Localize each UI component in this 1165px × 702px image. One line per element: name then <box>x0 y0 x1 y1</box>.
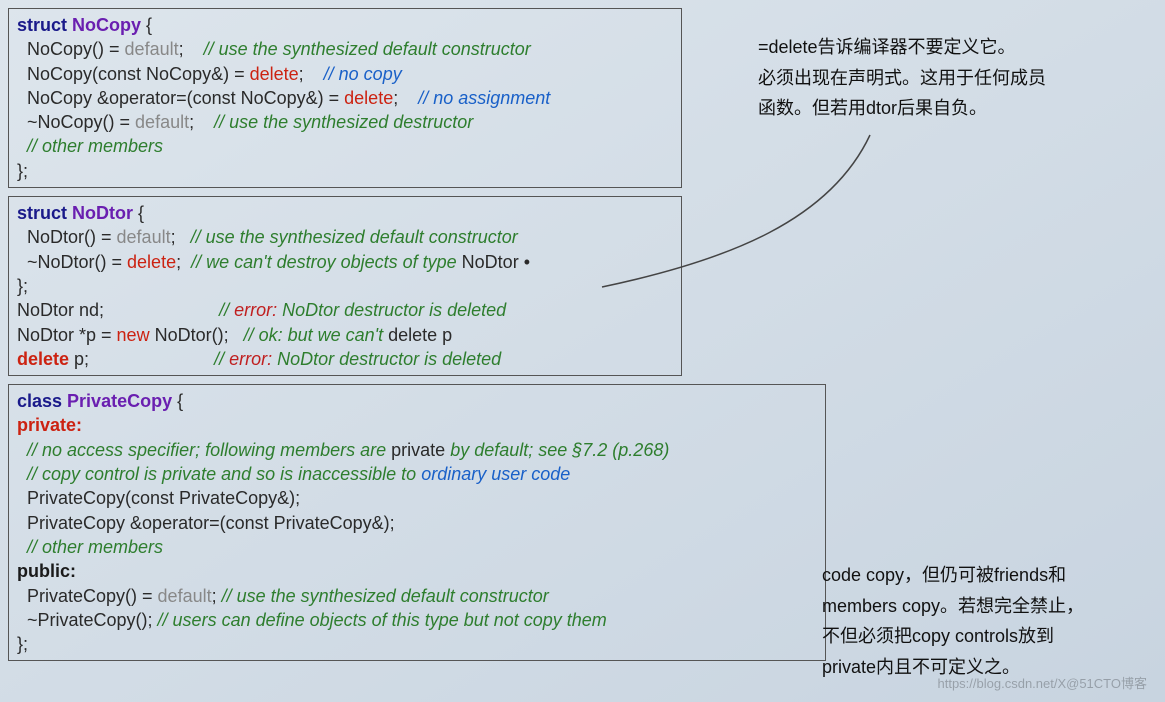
code: ; <box>179 39 204 59</box>
comment: // use the synthesized default construct… <box>191 227 518 247</box>
code-line: // no access specifier; following member… <box>17 438 817 462</box>
code: PrivateCopy(const PrivateCopy&); <box>17 486 817 510</box>
comment: NoDtor destructor is deleted <box>282 300 506 320</box>
comment: // use the synthesized default construct… <box>204 39 531 59</box>
kw-class: class <box>17 391 67 411</box>
code-box-nodtor: struct NoDtor { NoDtor() = default; // u… <box>8 196 682 376</box>
code: NoDtor() = <box>17 227 117 247</box>
code: private <box>386 440 450 460</box>
struct-name: NoDtor <box>72 203 133 223</box>
code: NoCopy() = <box>17 39 125 59</box>
kw-new: new <box>117 325 150 345</box>
struct-name: NoCopy <box>72 15 141 35</box>
code-line: ~NoCopy() = default; // use the synthesi… <box>17 110 673 134</box>
code-line: NoDtor nd; // error: NoDtor destructor i… <box>17 298 673 322</box>
code: NoDtor(); <box>150 325 244 345</box>
comment: NoDtor destructor is deleted <box>277 349 501 369</box>
comment: ordinary user code <box>416 464 570 484</box>
comment: // no copy <box>324 64 402 84</box>
kw-delete: delete <box>250 64 299 84</box>
kw-struct: struct <box>17 15 72 35</box>
kw-struct: struct <box>17 203 72 223</box>
code: ; <box>299 64 324 84</box>
code-line: delete p; // error: NoDtor destructor is… <box>17 347 673 371</box>
code: ; <box>176 252 191 272</box>
comment: // copy control is private and so is ina… <box>17 464 416 484</box>
comment: // <box>104 300 234 320</box>
code-line: struct NoCopy { <box>17 13 673 37</box>
comment: // <box>89 349 229 369</box>
note-line: members copy。若想完全禁止， <box>822 591 1152 622</box>
code-line: struct NoDtor { <box>17 201 673 225</box>
code-box-privatecopy: class PrivateCopy { private: // no acces… <box>8 384 826 661</box>
comment: // no access specifier; following member… <box>17 440 386 460</box>
comment: // we can't destroy objects of type <box>191 252 457 272</box>
class-name: PrivateCopy <box>67 391 172 411</box>
kw-private: private: <box>17 413 817 437</box>
code: p; <box>69 349 89 369</box>
comment: // users can define objects of this type… <box>158 610 607 630</box>
code: PrivateCopy() = <box>17 586 158 606</box>
kw-delete: delete <box>127 252 176 272</box>
kw-delete: delete <box>344 88 393 108</box>
kw-public: public: <box>17 559 817 583</box>
code: delete p <box>383 325 452 345</box>
code: ; <box>393 88 418 108</box>
code: ~NoDtor() = <box>17 252 127 272</box>
brace: }; <box>17 632 817 656</box>
note-line: 函数。但若用dtor后果自负。 <box>758 93 1138 124</box>
code-line: NoCopy(const NoCopy&) = delete; // no co… <box>17 62 673 86</box>
kw-default: default <box>135 112 189 132</box>
brace: }; <box>17 274 673 298</box>
code-line: NoCopy &operator=(const NoCopy&) = delet… <box>17 86 673 110</box>
brace: }; <box>17 159 673 183</box>
error: error: <box>229 349 277 369</box>
brace: { <box>172 391 183 411</box>
watermark: https://blog.csdn.net/X@51CTO博客 <box>938 673 1148 692</box>
kw-default: default <box>125 39 179 59</box>
code: NoCopy(const NoCopy&) = <box>17 64 250 84</box>
brace: { <box>141 15 152 35</box>
kw-delete: delete <box>17 349 69 369</box>
annotation-top: =delete告诉编译器不要定义它。 必须出现在声明式。这用于任何成员 函数。但… <box>758 32 1138 124</box>
code-line: ~PrivateCopy(); // users can define obje… <box>17 608 817 632</box>
code: ; <box>189 112 214 132</box>
note-line: 必须出现在声明式。这用于任何成员 <box>758 63 1138 94</box>
code: ; <box>212 586 222 606</box>
code-line: NoCopy() = default; // use the synthesiz… <box>17 37 673 61</box>
code-line: NoDtor *p = new NoDtor(); // ok: but we … <box>17 323 673 347</box>
code: NoDtor • <box>457 252 530 272</box>
code: ~NoCopy() = <box>17 112 135 132</box>
comment: // use the synthesized default construct… <box>222 586 549 606</box>
code: PrivateCopy &operator=(const PrivateCopy… <box>17 511 817 535</box>
note-line: code copy，但仍可被friends和 <box>822 560 1152 591</box>
kw-default: default <box>117 227 171 247</box>
comment: by default; see §7.2 (p.268) <box>450 440 669 460</box>
kw-default: default <box>158 586 212 606</box>
code-line: NoDtor() = default; // use the synthesiz… <box>17 225 673 249</box>
comment: // other members <box>17 134 673 158</box>
comment: // no assignment <box>418 88 550 108</box>
code-line: class PrivateCopy { <box>17 389 817 413</box>
comment: // other members <box>17 535 817 559</box>
code: ~PrivateCopy(); <box>17 610 158 630</box>
comment: // ok: but we can't <box>244 325 384 345</box>
error: error: <box>234 300 282 320</box>
note-line: 不但必须把copy controls放到 <box>822 621 1152 652</box>
code-line: PrivateCopy() = default; // use the synt… <box>17 584 817 608</box>
code: NoDtor *p = <box>17 325 117 345</box>
annotation-bottom: code copy，但仍可被friends和 members copy。若想完全… <box>822 560 1152 682</box>
comment: // use the synthesized destructor <box>214 112 473 132</box>
code-line: // copy control is private and so is ina… <box>17 462 817 486</box>
code: NoDtor nd; <box>17 300 104 320</box>
brace: { <box>133 203 144 223</box>
code: ; <box>171 227 191 247</box>
code-line: ~NoDtor() = delete; // we can't destroy … <box>17 250 673 274</box>
code-box-nocopy: struct NoCopy { NoCopy() = default; // u… <box>8 8 682 188</box>
note-line: =delete告诉编译器不要定义它。 <box>758 32 1138 63</box>
code: NoCopy &operator=(const NoCopy&) = <box>17 88 344 108</box>
